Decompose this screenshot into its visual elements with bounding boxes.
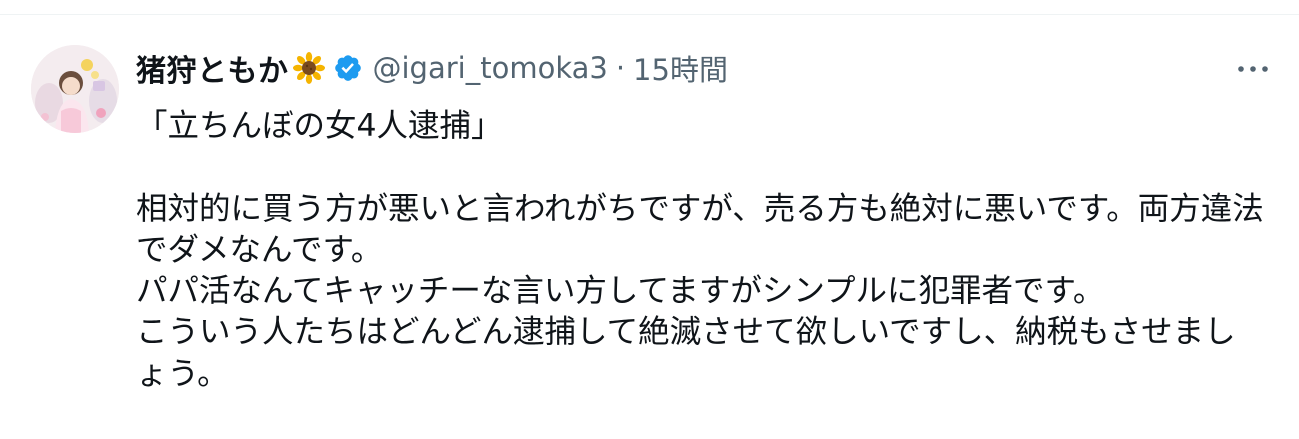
tweet-timestamp[interactable]: 15時間: [633, 47, 728, 89]
tweet-text: 「立ちんぼの女4人逮捕」 相対的に買う方が悪いと言われがちですが、売る方も絶対に…: [136, 108, 1264, 392]
tweet[interactable]: 猪狩ともか @igari_tomoka3 · 15時間 「立ちんぼの女4人逮捕」…: [0, 15, 1299, 439]
verified-badge-icon[interactable]: [333, 53, 363, 83]
display-name[interactable]: 猪狩ともか: [136, 46, 289, 90]
separator-dot: ·: [615, 51, 626, 85]
author-handle[interactable]: @igari_tomoka3: [373, 51, 608, 85]
avatar[interactable]: [31, 45, 119, 133]
sunflower-icon: [292, 52, 325, 84]
more-horizontal-icon[interactable]: [1235, 59, 1271, 79]
tweet-header: 猪狩ともか @igari_tomoka3 · 15時間: [136, 47, 728, 89]
